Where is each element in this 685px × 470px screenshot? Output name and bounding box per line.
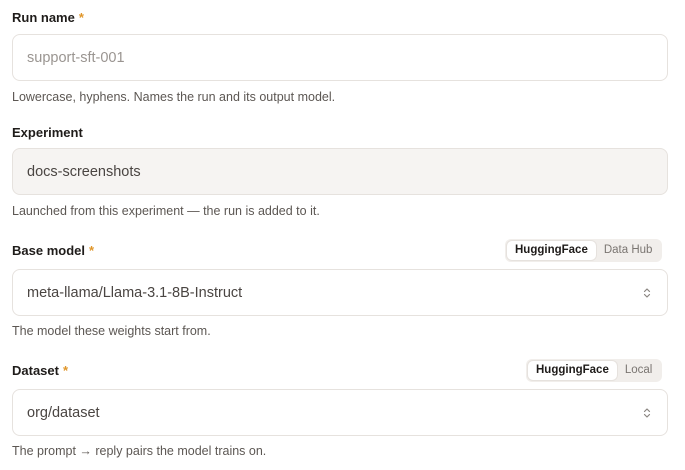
dataset-source-huggingface[interactable]: HuggingFace	[528, 361, 617, 380]
chevron-up-down-icon	[643, 287, 651, 298]
base-model-source-huggingface[interactable]: HuggingFace	[507, 241, 596, 260]
base-model-label: Base model *	[12, 243, 95, 258]
base-model-source-toggle: HuggingFace Data Hub	[505, 239, 663, 262]
base-model-select[interactable]: meta-llama/Llama-3.1-8B-Instruct	[12, 269, 668, 316]
required-mark: *	[62, 363, 69, 378]
dataset-label: Dataset *	[12, 363, 69, 378]
run-name-field[interactable]	[12, 34, 668, 81]
experiment-field: docs-screenshots	[12, 148, 668, 195]
run-name-label: Run name *	[12, 10, 84, 25]
experiment-value: docs-screenshots	[27, 163, 141, 180]
base-model-help: The model these weights start from.	[12, 324, 211, 338]
run-name-input[interactable]	[27, 49, 667, 66]
dataset-help: The prompt → reply pairs the model train…	[12, 444, 267, 458]
experiment-label: Experiment	[12, 125, 83, 140]
required-mark: *	[88, 243, 95, 258]
dataset-source-local[interactable]: Local	[617, 361, 661, 380]
base-model-source-data-hub[interactable]: Data Hub	[596, 241, 661, 260]
run-name-help: Lowercase, hyphens. Names the run and it…	[12, 90, 336, 104]
chevron-up-down-icon	[643, 407, 651, 418]
dataset-select[interactable]: org/dataset	[12, 389, 668, 436]
base-model-value: meta-llama/Llama-3.1-8B-Instruct	[27, 284, 243, 301]
experiment-help: Launched from this experiment — the run …	[12, 204, 320, 218]
dataset-source-toggle: HuggingFace Local	[526, 359, 663, 382]
dataset-value: org/dataset	[27, 404, 100, 421]
required-mark: *	[78, 10, 84, 25]
